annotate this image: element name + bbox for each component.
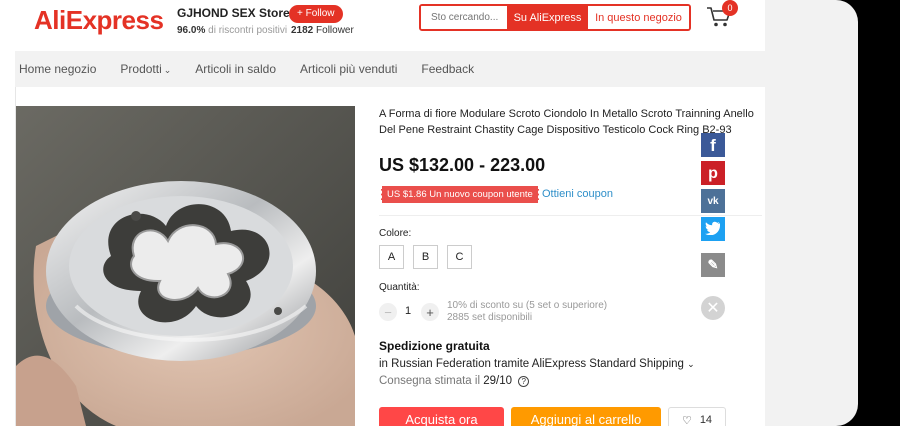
get-coupon-link[interactable]: Ottieni coupon <box>542 188 613 200</box>
nav-home[interactable]: Home negozio <box>19 62 96 76</box>
shipping-eta: Consegna stimata il 29/10 ? <box>379 375 530 387</box>
nav-best-sellers[interactable]: Articoli più venduti <box>300 62 397 76</box>
quantity-value[interactable]: 1 <box>405 305 411 317</box>
pinterest-icon[interactable]: p <box>701 161 725 185</box>
shipping-route-text: in Russian Federation tramite AliExpress… <box>379 358 684 370</box>
shipping-title: Spedizione gratuita <box>379 339 490 353</box>
heart-icon: ♡ <box>681 414 692 426</box>
followers-count: 2182 <box>291 25 314 36</box>
coupon-badge: US $1.86 Un nuovo coupon utente <box>381 186 539 203</box>
followers-label: Follower <box>316 25 354 36</box>
facebook-icon[interactable]: f <box>701 133 725 157</box>
store-rating: 96.0% di riscontri positivi <box>177 25 287 36</box>
product-image[interactable] <box>16 106 355 426</box>
vk-icon[interactable]: vk <box>701 189 725 213</box>
shipping-eta-date: 29/10 <box>483 375 512 387</box>
variant-a[interactable]: A <box>379 245 404 269</box>
rating-value: 96.0% <box>177 25 206 36</box>
aliexpress-logo[interactable]: AliExpress <box>34 5 164 36</box>
quantity-decrease-button[interactable]: − <box>379 303 397 321</box>
buy-now-button[interactable]: Acquista ora <box>379 407 504 426</box>
product-page: AliExpress GJHOND SEX Store + Follow 96.… <box>0 0 765 426</box>
chevron-down-icon: ⌄ <box>163 65 172 75</box>
store-followers: 2182 Follower <box>291 25 354 36</box>
store-nav: Home negozio Prodotti ⌄ Articoli in saldo… <box>15 51 765 87</box>
chevron-down-icon: ⌄ <box>687 359 695 369</box>
store-header: AliExpress GJHOND SEX Store + Follow 96.… <box>0 0 765 50</box>
close-icon[interactable]: ✕ <box>701 296 725 320</box>
store-name[interactable]: GJHOND SEX Store <box>177 6 290 20</box>
nav-feedback[interactable]: Feedback <box>421 62 474 76</box>
product-price: US $132.00 - 223.00 <box>379 155 546 175</box>
quantity-discount-text: 10% di sconto su (5 set o superiore) <box>447 300 608 311</box>
divider <box>379 215 762 216</box>
twitter-icon[interactable] <box>701 217 725 241</box>
wishlist-count: 14 <box>699 414 713 426</box>
pencil-icon[interactable]: ✎ <box>701 253 725 277</box>
quantity-available-text: 2885 set disponibili <box>447 312 533 323</box>
shipping-eta-label: Consegna stimata il <box>379 375 480 387</box>
nav-sale[interactable]: Articoli in saldo <box>195 62 276 76</box>
variant-b[interactable]: B <box>413 245 438 269</box>
color-label: Colore: <box>379 228 412 239</box>
follow-button[interactable]: + Follow <box>289 5 343 23</box>
nav-products-label: Prodotti <box>120 62 162 76</box>
side-panel <box>765 0 858 426</box>
variant-c[interactable]: C <box>447 245 472 269</box>
search-box: Su AliExpress In questo negozio <box>419 4 691 31</box>
quantity-increase-button[interactable]: + <box>421 303 439 321</box>
shipping-route[interactable]: in Russian Federation tramite AliExpress… <box>379 358 695 370</box>
search-aliexpress-button[interactable]: Su AliExpress <box>507 6 588 29</box>
wishlist-button[interactable]: ♡ 14 <box>668 407 726 426</box>
add-to-cart-button[interactable]: Aggiungi al carrello <box>511 407 661 426</box>
nav-products[interactable]: Prodotti ⌄ <box>120 62 171 76</box>
cart-count-badge: 0 <box>722 0 738 16</box>
help-icon[interactable]: ? <box>518 376 530 387</box>
search-store-button[interactable]: In questo negozio <box>588 6 689 29</box>
rating-text: di riscontri positivi <box>208 25 288 36</box>
quantity-label: Quantità: <box>379 282 420 293</box>
search-input[interactable] <box>421 6 507 29</box>
